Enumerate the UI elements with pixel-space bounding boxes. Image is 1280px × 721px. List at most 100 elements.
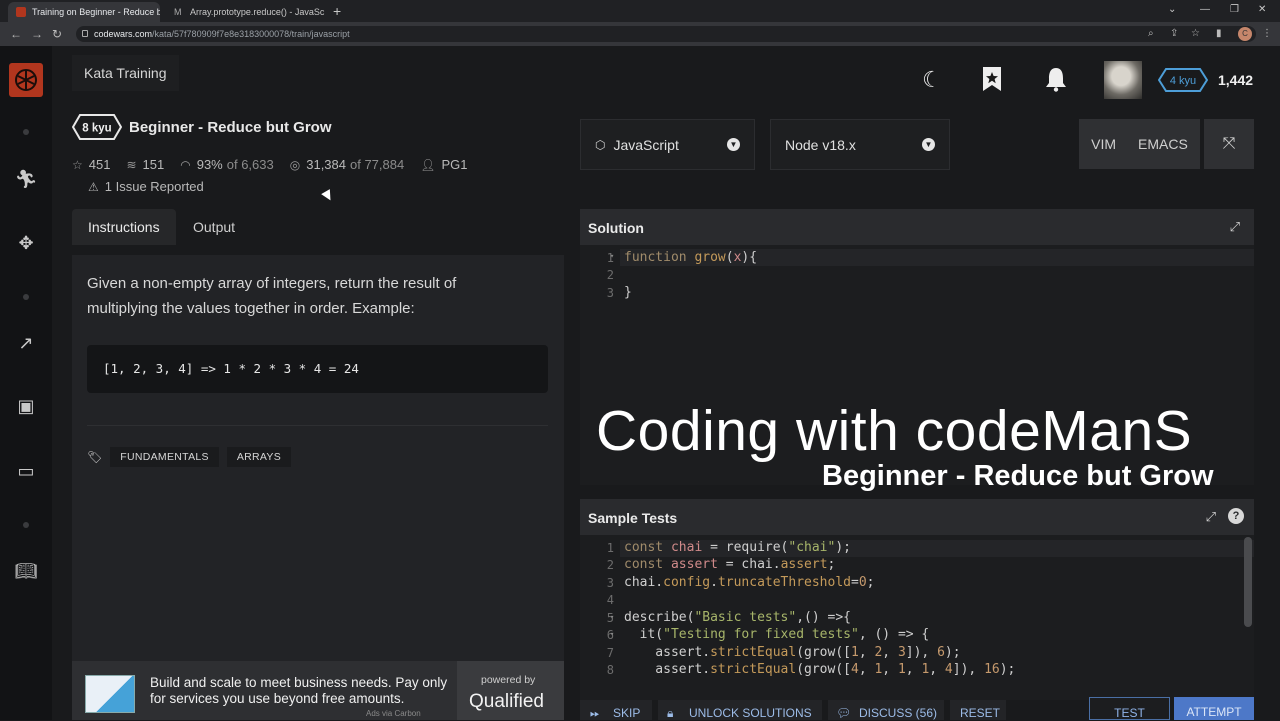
issues-link[interactable]: ⚠ 1 Issue Reported xyxy=(88,179,204,194)
stat-author[interactable]: 👤︎ PG1 xyxy=(420,157,467,172)
carbon-ad[interactable]: Build and scale to meet business needs. … xyxy=(72,661,564,720)
kata-description: Given a non-empty array of integers, ret… xyxy=(87,275,457,317)
language-value: JavaScript xyxy=(613,136,679,153)
powered-by-label: powered by xyxy=(481,674,536,686)
help-icon[interactable]: ? xyxy=(1228,508,1244,524)
qualified-logo: Qualified xyxy=(469,691,544,712)
side-panel-icon[interactable]: ▮ xyxy=(1216,28,1222,39)
runtime-select[interactable]: Node v18.x ▼ xyxy=(770,119,950,170)
ad-via-label[interactable]: Ads via Carbon xyxy=(366,709,421,718)
line-number: 3 xyxy=(606,286,614,300)
dark-mode-moon-icon[interactable]: ☾ xyxy=(918,66,946,94)
line-number: 2 xyxy=(606,268,614,282)
line-number: 3 xyxy=(606,576,614,590)
share-icon[interactable]: ⇪ xyxy=(1170,28,1178,39)
reload-icon[interactable]: ↻ xyxy=(52,27,62,41)
kata-stats: ☆ 451 ≋ 151 ◠ 93% of 6,633 ◎ 31,384 of 77,884 … xyxy=(72,157,467,172)
training-icon[interactable]: 🏃︎ xyxy=(14,167,38,191)
fullscreen-button[interactable]: ⤧ xyxy=(1204,119,1254,169)
url-host: codewars.com xyxy=(94,29,153,39)
kata-title: Beginner - Reduce but Grow xyxy=(129,119,332,136)
tab-instructions[interactable]: Instructions xyxy=(72,209,176,245)
test-button[interactable]: TEST xyxy=(1089,697,1170,720)
sample-tests-header: Sample Tests ⤢ ? xyxy=(580,499,1254,535)
attempt-button[interactable]: ATTEMPT xyxy=(1174,697,1254,720)
expand-icon[interactable]: ⤢ xyxy=(1206,509,1216,525)
code-line-1: const chai = require("chai"); xyxy=(624,540,851,555)
sidebar-separator xyxy=(23,294,29,300)
line-number: 7 xyxy=(606,646,614,660)
lock-icon xyxy=(82,30,88,37)
layers-icon: ≋ xyxy=(126,157,137,172)
sample-tests-editor[interactable]: 1 2 3 4 5 6 7 8 ▾ ▾ const chai = require… xyxy=(580,535,1254,700)
forward-icon[interactable]: → xyxy=(31,27,43,41)
user-avatar[interactable] xyxy=(1104,61,1142,99)
code-line-3: chai.config.truncateThreshold=0; xyxy=(624,575,875,590)
leaderboard-icon[interactable]: ↗ xyxy=(14,331,38,355)
kata-tags: 🏷︎ FUNDAMENTALS ARRAYS xyxy=(87,447,292,467)
sidebar-separator xyxy=(23,129,29,135)
stars-count: 451 xyxy=(88,157,111,172)
ad-image xyxy=(85,675,135,713)
bookmark-star-icon[interactable]: ☆ xyxy=(1191,28,1200,39)
target-icon: ◎ xyxy=(289,157,301,172)
code-line-6: it("Testing for fixed tests", () => { xyxy=(624,627,930,642)
tag-icon: 🏷︎ xyxy=(87,450,103,464)
vim-button[interactable]: VIM xyxy=(1091,136,1116,152)
notifications-bell-icon[interactable] xyxy=(1042,66,1070,94)
new-tab-icon[interactable]: + xyxy=(333,3,341,19)
discuss-label[interactable]: DISCUSS (56) xyxy=(859,706,937,720)
docs-book-icon[interactable]: 📖︎ xyxy=(14,559,38,583)
left-sidebar: 🏃︎ ✥ ↗ ▣ ▭ 📖︎ xyxy=(0,46,52,720)
satisfaction-percent: 93% xyxy=(196,157,223,172)
kata-rank-label: 8 kyu xyxy=(82,123,111,135)
chat-icon[interactable]: ▭ xyxy=(14,459,38,483)
fold-icon[interactable]: ▾ xyxy=(610,252,614,260)
restore-icon[interactable]: ❐ xyxy=(1230,4,1239,15)
mouse-cursor-icon xyxy=(321,189,335,203)
browser-profile-avatar[interactable]: C xyxy=(1238,27,1252,41)
runtime-value: Node v18.x xyxy=(785,136,856,153)
minimize-icon[interactable]: — xyxy=(1200,4,1210,15)
sidebar-separator xyxy=(23,522,29,528)
browser-tab-mdn[interactable]: M Array.prototype.reduce() - JavaSc ✕ xyxy=(166,2,326,22)
editor-scrollbar[interactable] xyxy=(1244,537,1252,627)
close-window-icon[interactable]: ✕ xyxy=(1258,4,1266,15)
line-number: 2 xyxy=(606,558,614,572)
tab-search-icon[interactable]: ⌄ xyxy=(1168,4,1176,15)
url-field[interactable]: codewars.com/kata/57f780909f7e8e31830000… xyxy=(76,26,1256,42)
reset-label[interactable]: RESET xyxy=(960,706,1000,720)
fullscreen-icon: ⤧ xyxy=(1222,135,1236,152)
issues-label: 1 Issue Reported xyxy=(104,179,204,194)
practice-icon[interactable]: ✥ xyxy=(14,231,38,255)
stat-stars[interactable]: ☆ 451 xyxy=(72,157,110,172)
tag-arrays[interactable]: ARRAYS xyxy=(226,447,292,467)
tab-output[interactable]: Output xyxy=(177,209,251,245)
honor-score: 1,442 xyxy=(1218,72,1254,88)
collections-count: 151 xyxy=(142,157,165,172)
back-icon[interactable]: ← xyxy=(10,27,22,41)
browser-tab-bar: Training on Beginner - Reduce bu ✕ M Arr… xyxy=(0,0,1280,22)
codewars-logo[interactable] xyxy=(9,63,43,97)
completed-count: 31,384 xyxy=(306,157,346,172)
expand-icon[interactable]: ⤢ xyxy=(1230,219,1240,235)
zoom-icon[interactable]: ⌕ xyxy=(1148,28,1154,39)
satisfaction-total: of 6,633 xyxy=(226,157,274,172)
browser-menu-icon[interactable]: ⋮ xyxy=(1262,28,1272,39)
discord-icon[interactable]: ▣ xyxy=(14,394,38,418)
browser-tab-title: Array.prototype.reduce() - JavaSc xyxy=(190,7,325,17)
emacs-button[interactable]: EMACS xyxy=(1138,136,1188,152)
fold-icon[interactable]: ▾ xyxy=(610,613,614,621)
unlock-label[interactable]: UNLOCK SOLUTIONS xyxy=(689,706,812,720)
star-icon: ☆ xyxy=(72,157,83,172)
skip-label[interactable]: SKIP xyxy=(613,706,640,720)
browser-tab-codewars[interactable]: Training on Beginner - Reduce bu ✕ xyxy=(8,2,160,22)
bookmarks-icon[interactable] xyxy=(978,66,1006,94)
code-line-3: } xyxy=(624,285,632,300)
codewars-favicon-icon xyxy=(16,7,26,17)
fold-icon[interactable]: ▾ xyxy=(610,630,614,638)
code-line-1: function grow(x){ xyxy=(624,250,758,265)
language-select[interactable]: ⬡ JavaScript ▼ xyxy=(580,119,755,170)
stat-collections[interactable]: ≋ 151 xyxy=(126,157,164,172)
tag-fundamentals[interactable]: FUNDAMENTALS xyxy=(110,447,219,467)
